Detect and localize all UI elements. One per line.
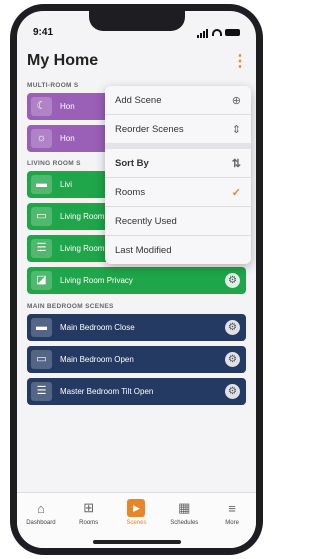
sort-option-recently-used[interactable]: Recently Used — [105, 207, 251, 235]
menu-item-label: Add Scene — [115, 94, 162, 106]
app-header: My Home ⋮ — [17, 47, 256, 75]
tab-dashboard[interactable]: ⌂ Dashboard — [21, 499, 61, 548]
shade-open-icon: ▭ — [31, 207, 52, 226]
checkmark-icon: ✓ — [231, 186, 241, 199]
scene-row[interactable]: ▭ Main Bedroom Open ⚙ — [27, 346, 246, 373]
battery-icon — [225, 28, 240, 36]
options-menu: Add Scene ⊕ Reorder Scenes ⇕ Sort By ⇅ R… — [105, 86, 251, 264]
gear-icon[interactable]: ⚙ — [225, 352, 240, 367]
gear-icon[interactable]: ⚙ — [225, 320, 240, 335]
sort-option-rooms[interactable]: Rooms ✓ — [105, 178, 251, 206]
privacy-icon: ◪ — [31, 271, 52, 290]
reorder-icon: ⇕ — [231, 123, 241, 136]
scene-name: Main Bedroom Open — [60, 355, 134, 364]
wifi-icon — [212, 28, 222, 36]
sort-icon: ⇅ — [231, 157, 241, 170]
scene-row[interactable]: ☰ Master Bedroom Tilt Open ⚙ — [27, 378, 246, 405]
add-scene-menu-item[interactable]: Add Scene ⊕ — [105, 86, 251, 114]
play-icon: ▶ — [127, 499, 146, 517]
tab-label: More — [225, 520, 239, 526]
more-options-icon[interactable]: ⋮ — [232, 51, 248, 71]
tab-label: Scenes — [126, 520, 147, 526]
scene-row[interactable]: ▬ Main Bedroom Close ⚙ — [27, 314, 246, 341]
sort-by-header: Sort By ⇅ — [105, 149, 251, 177]
page-title: My Home — [27, 52, 99, 69]
blinds-icon: ☰ — [31, 382, 52, 401]
menu-item-label: Last Modified — [115, 244, 172, 256]
section-label-main-bedroom: MAIN BEDROOM SCENES — [27, 303, 114, 310]
plus-circle-icon: ⊕ — [231, 94, 241, 107]
tab-label: Dashboard — [26, 520, 56, 526]
app-screen: 9:41 My Home ⋮ MULTI-ROOM S ☾ Hon ☼ Hon … — [17, 11, 256, 548]
house-icon: ⌂ — [36, 500, 45, 516]
tab-label: Schedules — [170, 520, 199, 526]
menu-section-label: Sort By — [115, 157, 149, 169]
grid-icon: ⊞ — [83, 500, 95, 515]
sun-icon: ☼ — [31, 129, 52, 148]
moon-icon: ☾ — [31, 97, 52, 116]
menu-item-label: Rooms — [115, 186, 146, 198]
blinds-icon: ☰ — [31, 239, 52, 258]
scene-row[interactable]: ◪ Living Room Privacy ⚙ — [27, 267, 246, 294]
notch — [89, 11, 185, 31]
scene-name: Living Room Privacy — [60, 276, 133, 285]
menu-item-label: Reorder Scenes — [115, 123, 184, 135]
shade-open-icon: ▭ — [31, 350, 52, 369]
shade-closed-icon: ▬ — [31, 318, 52, 337]
menu-item-label: Recently Used — [115, 215, 177, 227]
signal-icon — [197, 27, 209, 38]
status-time: 9:41 — [33, 26, 54, 38]
gear-icon[interactable]: ⚙ — [225, 273, 240, 288]
calendar-icon: ▦ — [178, 500, 191, 515]
tab-more[interactable]: ≡ More — [212, 499, 252, 548]
tab-label: Rooms — [79, 520, 99, 526]
shade-closed-icon: ▬ — [31, 175, 52, 194]
sort-option-last-modified[interactable]: Last Modified — [105, 236, 251, 264]
scene-name: Main Bedroom Close — [60, 323, 135, 332]
home-indicator — [93, 540, 181, 544]
gear-icon[interactable]: ⚙ — [225, 384, 240, 399]
scene-name: Master Bedroom Tilt Open — [60, 387, 154, 396]
reorder-scenes-menu-item[interactable]: Reorder Scenes ⇕ — [105, 115, 251, 143]
menu-icon: ≡ — [228, 500, 236, 516]
